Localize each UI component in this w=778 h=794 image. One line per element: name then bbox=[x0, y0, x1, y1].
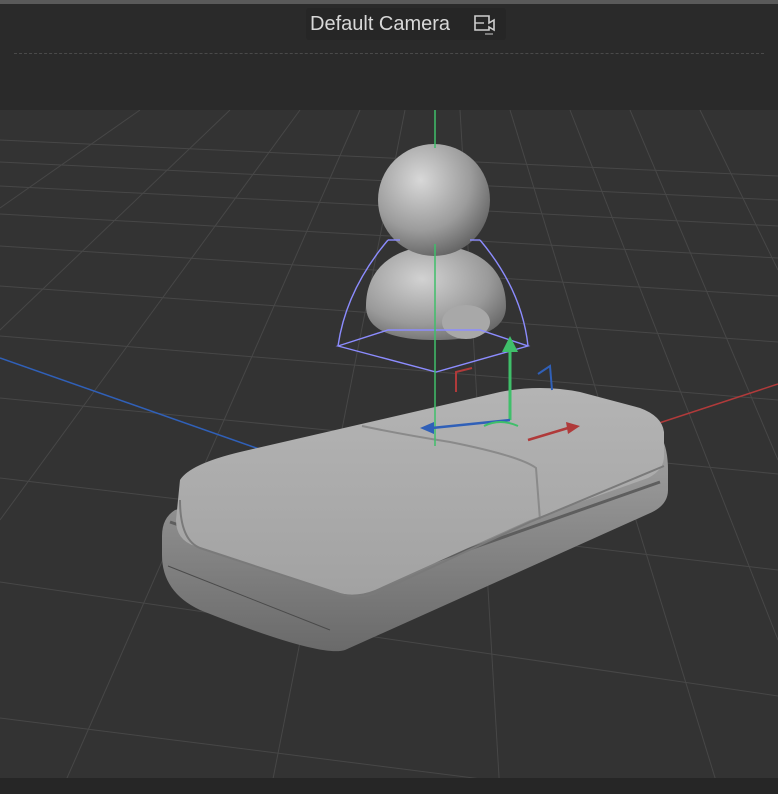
camera-name-label[interactable]: Default Camera bbox=[310, 13, 470, 36]
header-dashed-guide bbox=[14, 53, 764, 54]
camera-selector[interactable]: Default Camera bbox=[306, 8, 507, 40]
header-top-border bbox=[0, 0, 778, 4]
world-x-axis bbox=[649, 383, 778, 427]
scene-canvas[interactable] bbox=[0, 0, 778, 794]
world-z-axis bbox=[0, 357, 263, 451]
base-block[interactable] bbox=[162, 388, 668, 652]
viewport-status-bar bbox=[0, 778, 778, 794]
3d-viewport[interactable]: Default Camera bbox=[0, 0, 778, 794]
camera-switch-icon[interactable] bbox=[470, 10, 498, 38]
viewport-header: Default Camera bbox=[0, 0, 778, 110]
